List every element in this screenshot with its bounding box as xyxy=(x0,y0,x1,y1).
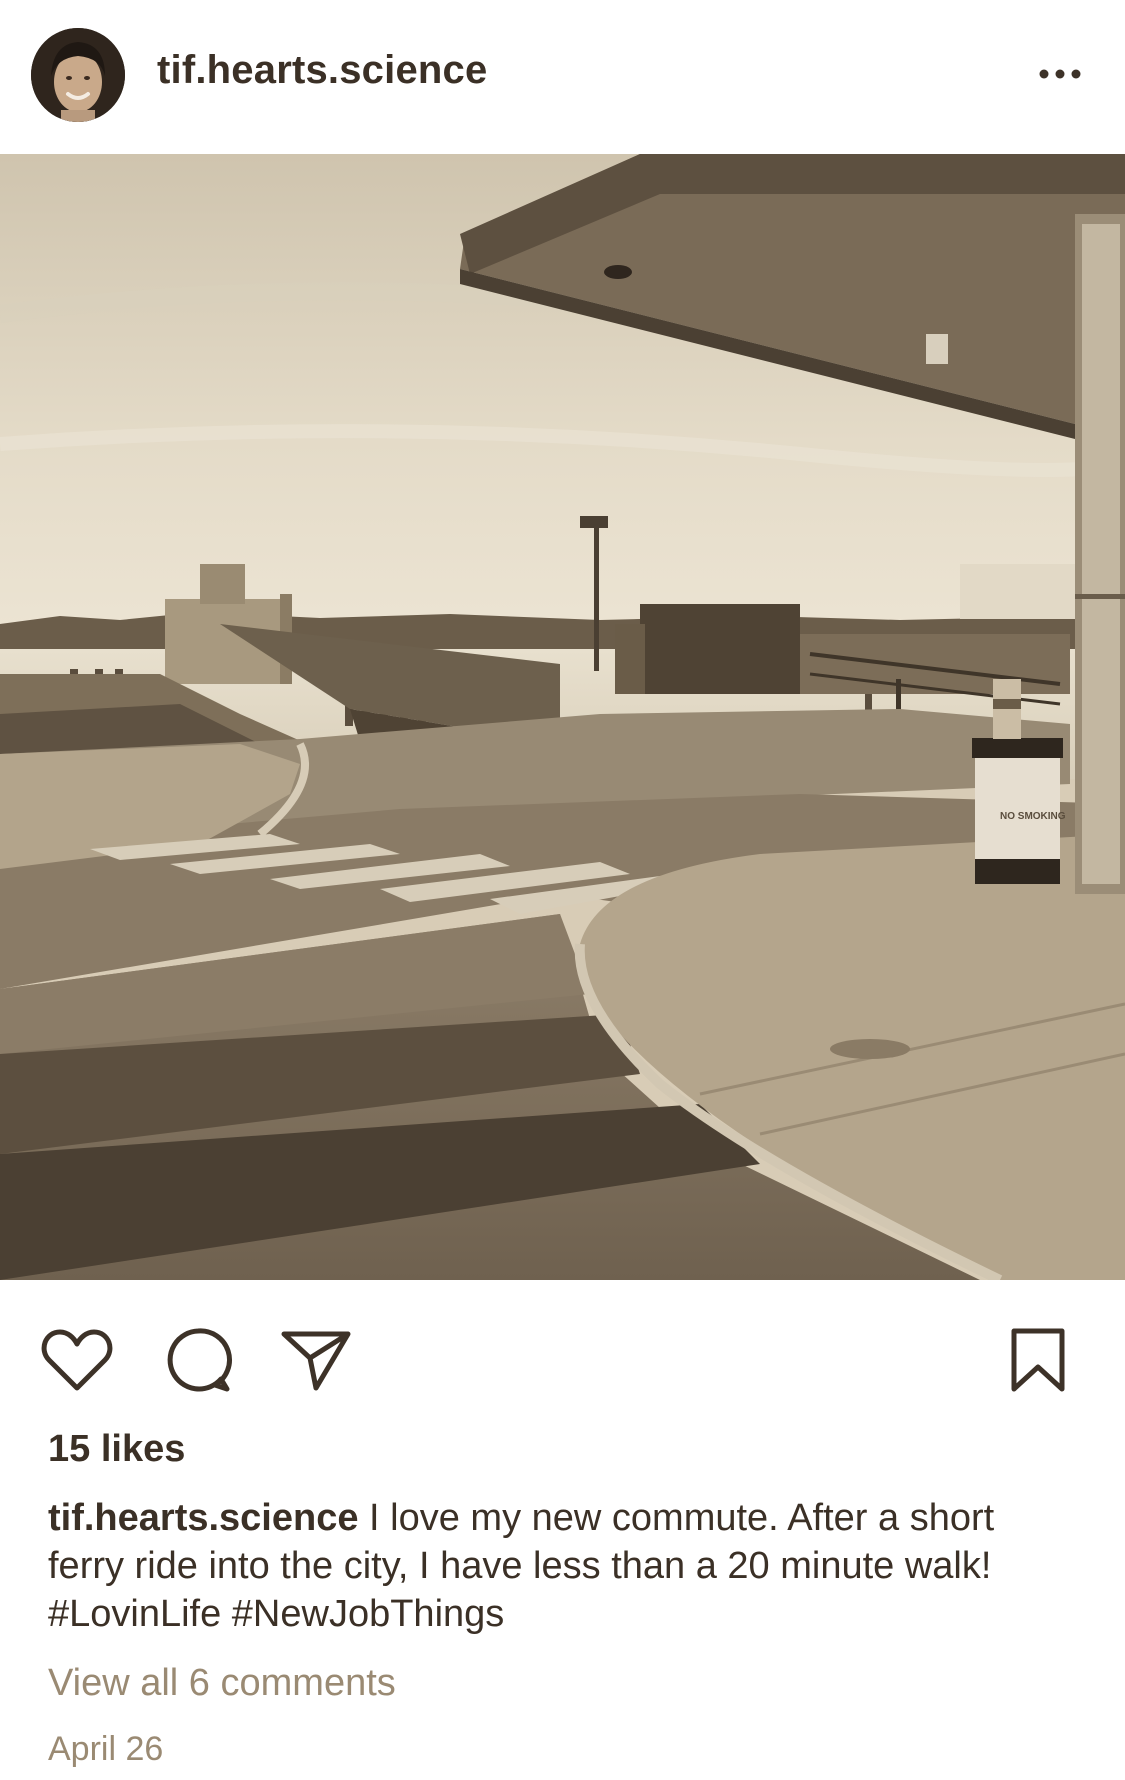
post-header: tif.hearts.science xyxy=(0,0,1125,154)
likes-count[interactable]: 15 likes xyxy=(48,1428,185,1471)
share-button[interactable] xyxy=(276,1320,356,1400)
more-options-icon xyxy=(1039,69,1081,79)
post-date: April 26 xyxy=(48,1730,164,1768)
comment-icon xyxy=(167,1328,232,1392)
like-button[interactable] xyxy=(37,1320,117,1400)
ferry-terminal-photo: NO SMOKING xyxy=(0,154,1125,1280)
post-username[interactable]: tif.hearts.science xyxy=(157,48,487,93)
avatar[interactable] xyxy=(31,28,125,122)
instagram-post: tif.hearts.science NO SMOKING 15 likes t… xyxy=(0,0,1125,1780)
bookmark-icon xyxy=(1011,1328,1065,1392)
avatar-image xyxy=(31,28,125,122)
more-options-button[interactable] xyxy=(1032,54,1088,94)
comment-button[interactable] xyxy=(158,1320,238,1400)
view-comments-link[interactable]: View all 6 comments xyxy=(48,1662,396,1705)
save-button[interactable] xyxy=(998,1320,1078,1400)
heart-icon xyxy=(41,1329,113,1391)
caption-username[interactable]: tif.hearts.science xyxy=(48,1497,358,1539)
post-caption: tif.hearts.science I love my new commute… xyxy=(48,1494,1078,1638)
post-photo[interactable]: NO SMOKING xyxy=(0,154,1125,1280)
share-icon xyxy=(281,1331,351,1391)
no-smoking-sign: NO SMOKING xyxy=(1000,811,1066,822)
post-actions-bar xyxy=(0,1280,1125,1410)
